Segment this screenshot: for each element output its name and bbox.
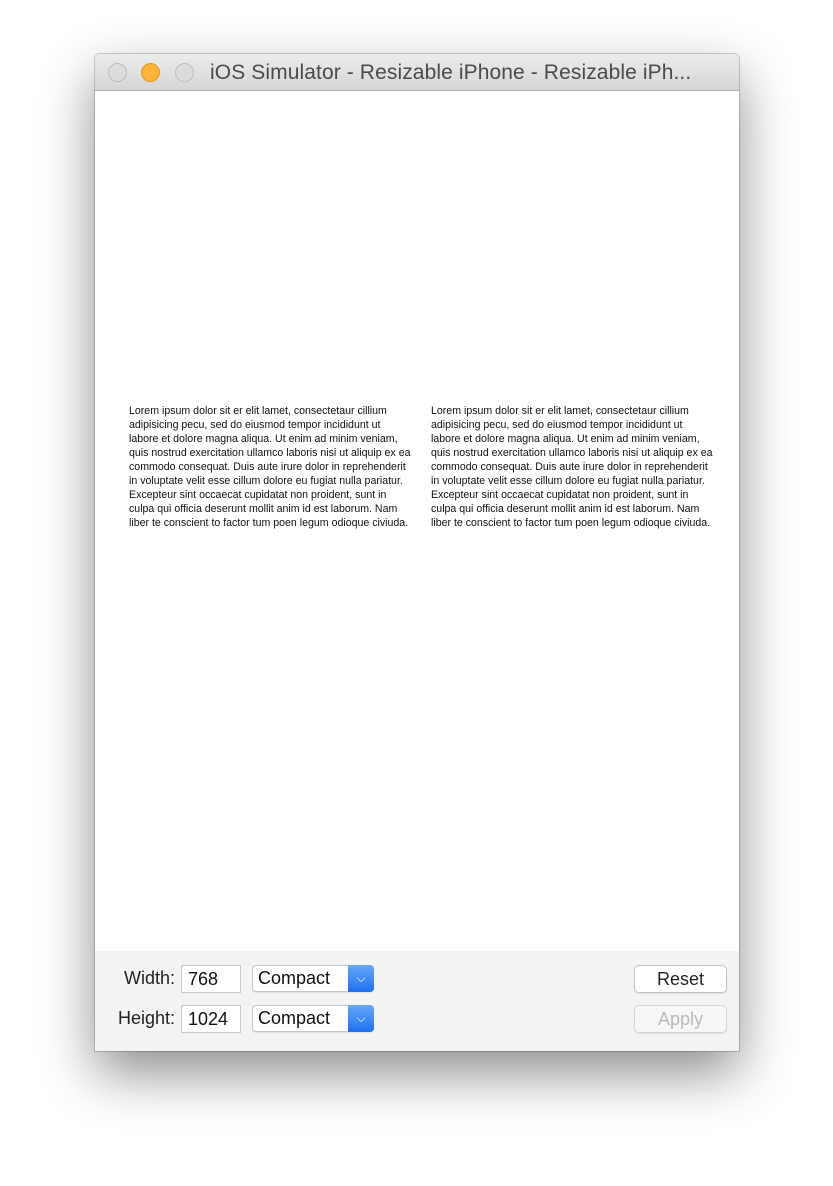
- width-size-class-label: Compact: [258, 968, 331, 988]
- chevron-down-icon: ⌵: [348, 1005, 374, 1032]
- left-text-column: Lorem ipsum dolor sit er elit lamet, con…: [129, 405, 411, 529]
- size-controls-panel: Width: 768 Compact ⌵ Height: 1024 Compac…: [95, 951, 739, 1051]
- window-title: iOS Simulator - Resizable iPhone - Resiz…: [210, 61, 692, 84]
- width-size-class-select[interactable]: Compact ⌵: [252, 965, 374, 992]
- title-bar[interactable]: iOS Simulator - Resizable iPhone - Resiz…: [95, 54, 739, 91]
- width-label: Width:: [123, 968, 175, 988]
- minimize-window-button[interactable]: [141, 63, 160, 82]
- height-field[interactable]: 1024: [181, 1005, 241, 1033]
- right-text-column: Lorem ipsum dolor sit er elit lamet, con…: [431, 405, 713, 529]
- chevron-down-icon: ⌵: [348, 965, 374, 992]
- simulator-screen[interactable]: Lorem ipsum dolor sit er elit lamet, con…: [95, 91, 739, 951]
- apply-button[interactable]: Apply: [634, 1005, 727, 1033]
- height-size-class-label: Compact: [258, 1008, 331, 1028]
- height-label: Height:: [117, 1008, 175, 1028]
- simulator-window: iOS Simulator - Resizable iPhone - Resiz…: [95, 54, 739, 1051]
- height-size-class-select[interactable]: Compact ⌵: [252, 1005, 374, 1032]
- close-window-button[interactable]: [108, 63, 127, 82]
- zoom-window-button[interactable]: [175, 63, 194, 82]
- reset-button[interactable]: Reset: [634, 965, 727, 993]
- width-field[interactable]: 768: [181, 965, 241, 993]
